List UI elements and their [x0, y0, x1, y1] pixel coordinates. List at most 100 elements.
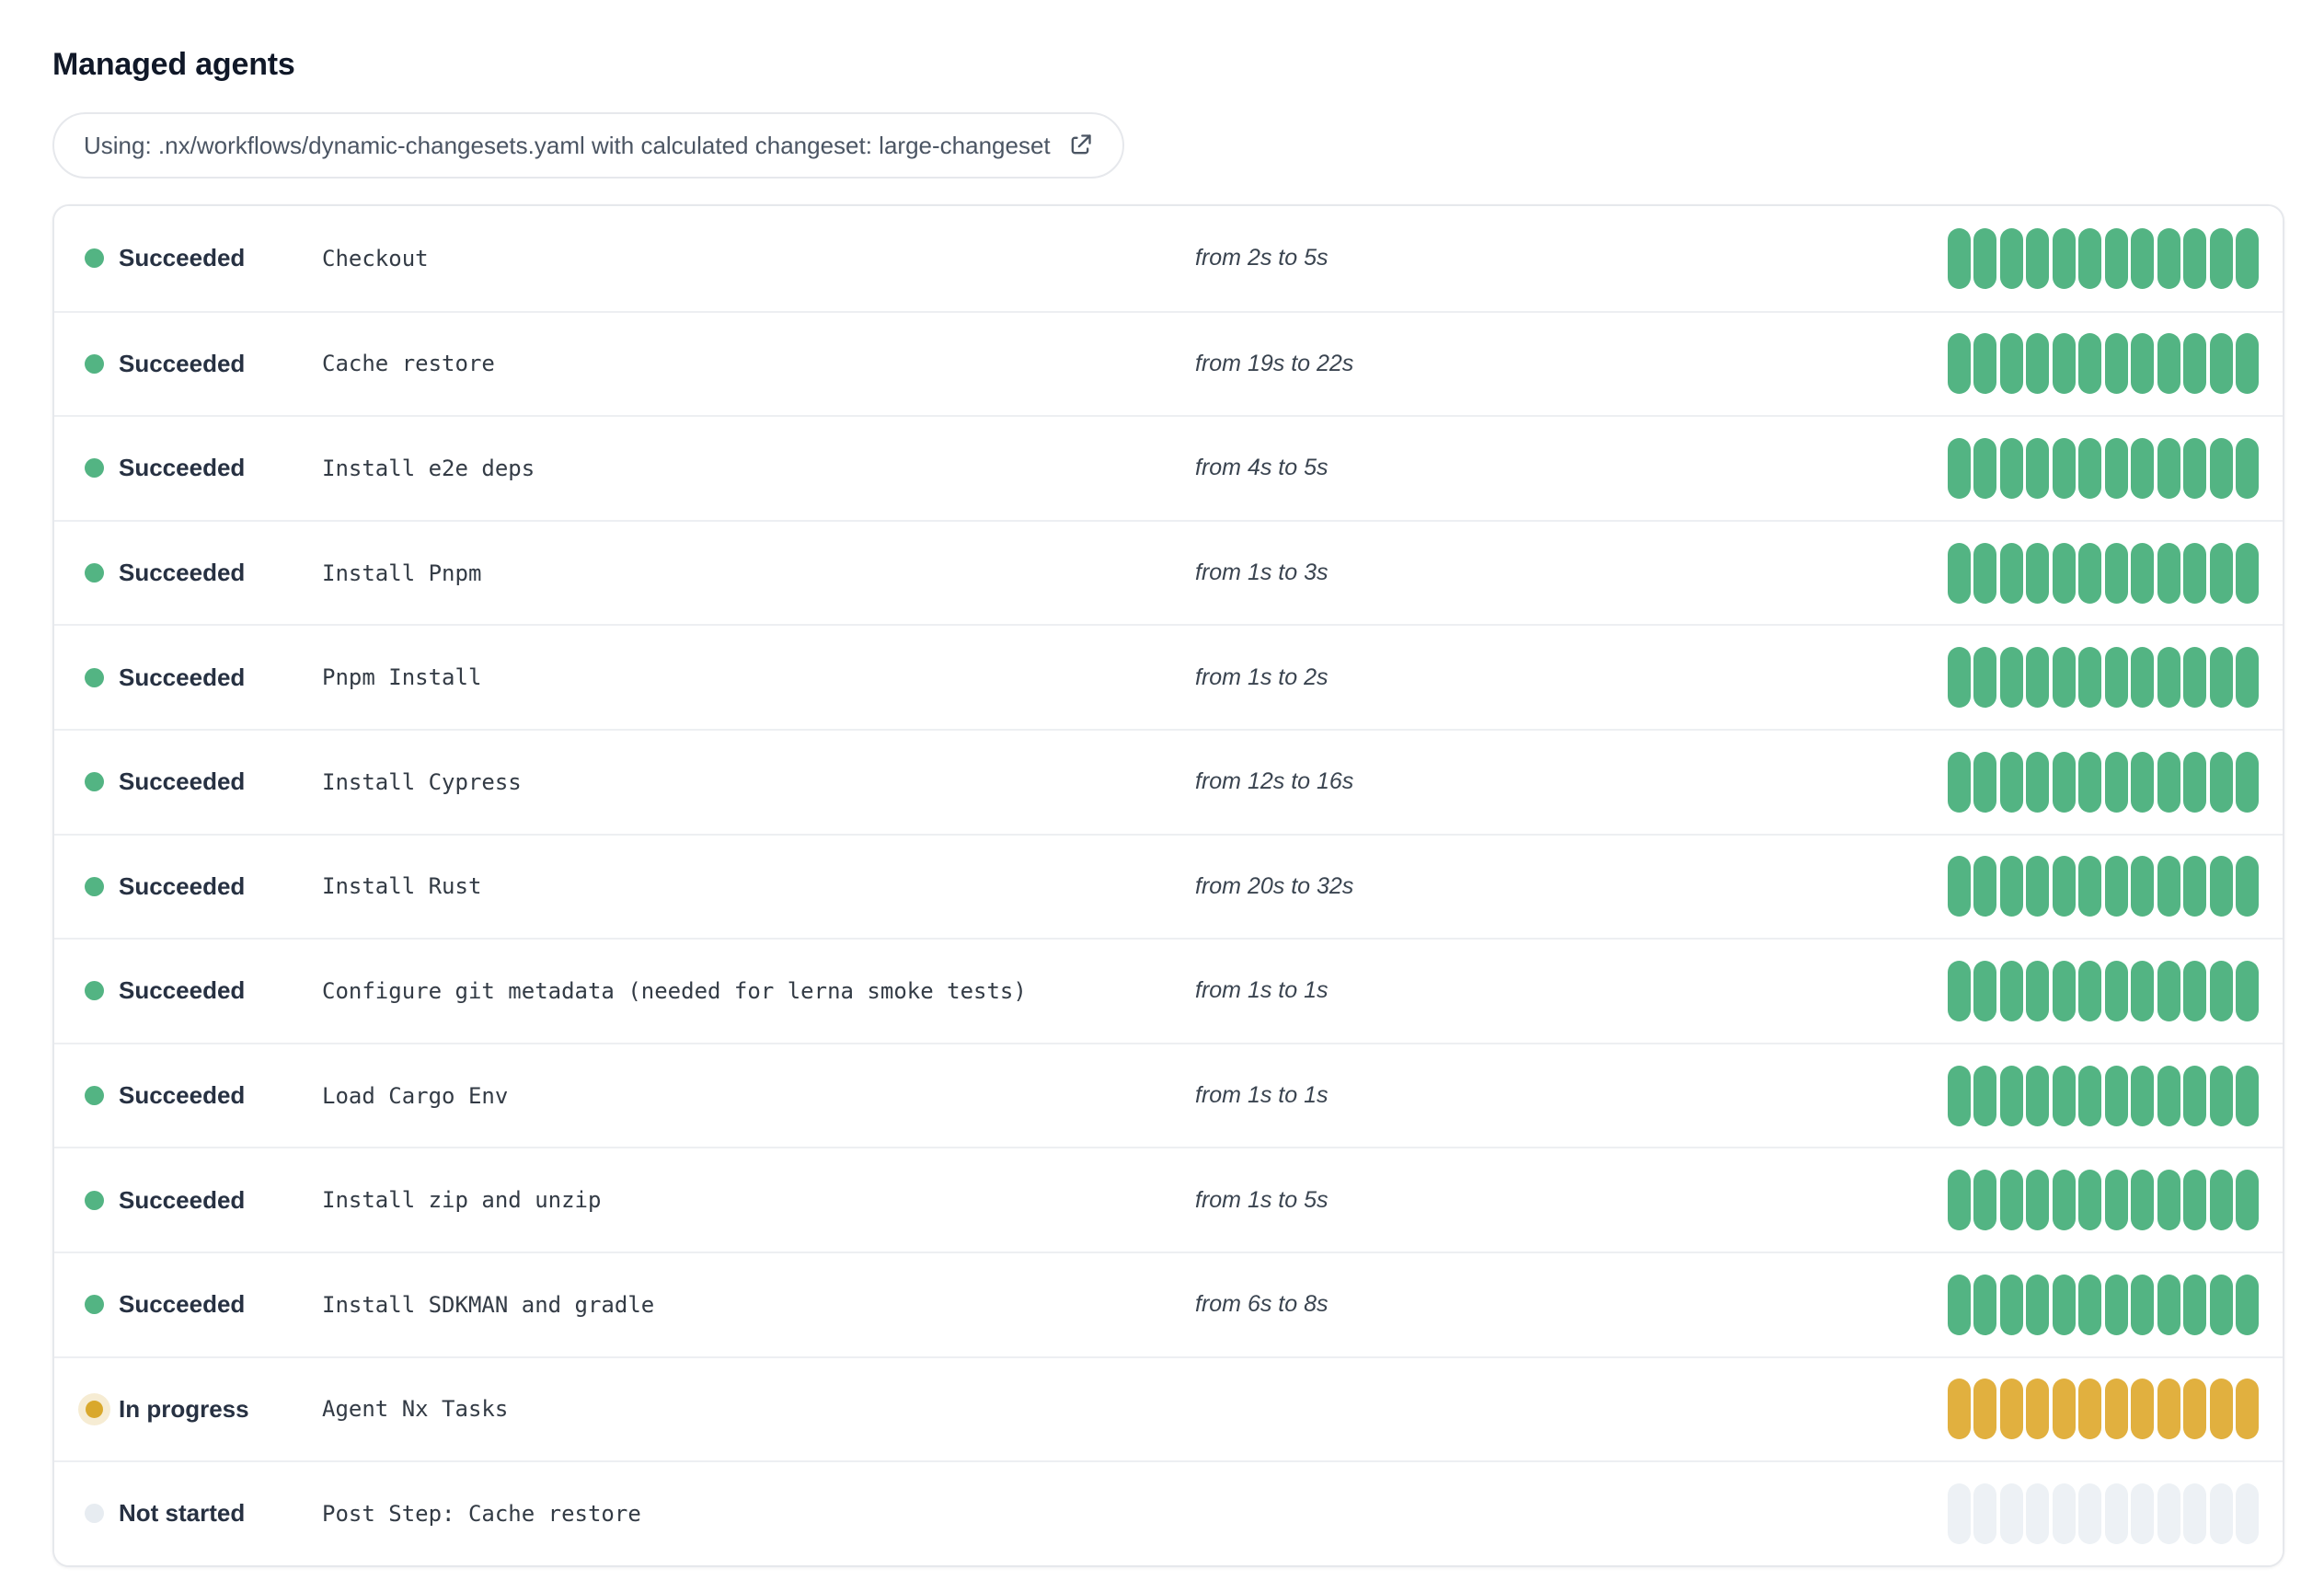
agent-pill — [1947, 1379, 1971, 1440]
agent-row[interactable]: Succeeded Install zip and unzip from 1s … — [54, 1147, 2283, 1252]
agent-row[interactable]: Succeeded Install SDKMAN and gradle from… — [54, 1251, 2283, 1356]
agent-pill — [1973, 1274, 1996, 1335]
agent-pill — [1973, 1170, 1996, 1231]
agent-pill — [2078, 751, 2101, 813]
status-label: Succeeded — [119, 349, 246, 377]
agent-pill — [1947, 437, 1971, 499]
agent-pill — [2104, 751, 2128, 813]
workflow-banner[interactable]: Using: .nx/workflows/dynamic-changesets.… — [52, 112, 1124, 179]
agent-pill — [2183, 1065, 2206, 1126]
agent-pill — [2104, 437, 2128, 499]
agent-pill — [2209, 856, 2233, 917]
agent-pills — [1947, 333, 2259, 395]
agent-pill — [2209, 227, 2233, 289]
agent-pill — [2078, 1274, 2101, 1335]
agent-pill — [1947, 1274, 1971, 1335]
agent-pill — [1973, 1379, 1996, 1440]
agent-pill — [2236, 751, 2259, 813]
page-title: Managed agents — [52, 47, 295, 82]
status-dot-icon — [85, 1190, 104, 1210]
status-label: Succeeded — [119, 767, 246, 796]
agent-pill — [2026, 1065, 2049, 1126]
agent-row[interactable]: Succeeded Install Rust from 20s to 32s — [54, 833, 2283, 939]
agent-row[interactable]: Succeeded Cache restore from 19s to 22s — [54, 310, 2283, 416]
agent-pill — [2052, 960, 2076, 1021]
agent-pill — [2157, 647, 2180, 709]
status-cell: In progress — [85, 1395, 322, 1424]
agent-row[interactable]: Succeeded Install e2e deps from 4s to 5s — [54, 415, 2283, 520]
agent-pill — [2157, 333, 2180, 395]
agent-pill — [1947, 647, 1971, 709]
agent-pill — [2052, 647, 2076, 709]
agent-pills — [1947, 542, 2259, 604]
agent-pill — [2131, 856, 2154, 917]
agent-row[interactable]: Succeeded Install Cypress from 12s to 16… — [54, 728, 2283, 834]
agent-pill — [2026, 1274, 2049, 1335]
agent-pill — [2026, 333, 2049, 395]
external-link-icon[interactable] — [1067, 133, 1093, 158]
agent-pill — [2078, 227, 2101, 289]
agent-pill — [1973, 227, 1996, 289]
agent-row[interactable]: Succeeded Configure git metadata (needed… — [54, 938, 2283, 1043]
agent-pill — [2078, 333, 2101, 395]
agent-pill — [2236, 647, 2259, 709]
agent-pill — [2183, 542, 2206, 604]
agent-pill — [1999, 647, 2023, 709]
agent-pills — [1947, 856, 2259, 917]
agent-pills — [1947, 647, 2259, 709]
agent-pill — [2131, 960, 2154, 1021]
agent-pill — [1947, 227, 1971, 289]
agent-row[interactable]: Succeeded Pnpm Install from 1s to 2s — [54, 624, 2283, 729]
agent-pill — [2078, 1482, 2101, 1544]
agent-pill — [1999, 333, 2023, 395]
agent-pill — [1973, 1482, 1996, 1544]
agent-pill — [1947, 542, 1971, 604]
agent-pill — [2026, 227, 2049, 289]
agent-pill — [2209, 1379, 2233, 1440]
status-dot-icon — [85, 1504, 104, 1524]
step-duration: from 1s to 1s — [1195, 977, 1329, 1004]
agent-pill — [1999, 960, 2023, 1021]
step-duration: from 19s to 22s — [1195, 350, 1354, 376]
status-label: In progress — [119, 1394, 249, 1423]
status-label: Succeeded — [119, 663, 246, 691]
agent-pill — [2157, 1274, 2180, 1335]
status-dot-icon — [85, 667, 104, 687]
agent-pill — [2236, 333, 2259, 395]
agent-pill — [1973, 542, 1996, 604]
agent-pill — [2104, 647, 2128, 709]
status-cell: Succeeded — [85, 350, 322, 378]
agent-pill — [2131, 542, 2154, 604]
status-dot-icon — [85, 458, 104, 479]
agent-pill — [2209, 1065, 2233, 1126]
step-name: Install SDKMAN and gradle — [322, 1291, 655, 1318]
agent-pill — [2157, 751, 2180, 813]
agent-row[interactable]: In progress Agent Nx Tasks — [54, 1356, 2283, 1461]
step-name: Install zip and unzip — [322, 1187, 602, 1214]
agent-pill — [2209, 960, 2233, 1021]
agent-pill — [2052, 1065, 2076, 1126]
agent-row[interactable]: Not started Post Step: Cache restore — [54, 1460, 2283, 1565]
agent-pill — [2209, 437, 2233, 499]
agent-pill — [2026, 542, 2049, 604]
status-label: Succeeded — [119, 871, 246, 900]
agent-pill — [2052, 1482, 2076, 1544]
step-name: Install Pnpm — [322, 560, 482, 586]
agent-pills — [1947, 1274, 2259, 1335]
step-duration: from 4s to 5s — [1195, 455, 1329, 481]
agent-row[interactable]: Succeeded Load Cargo Env from 1s to 1s — [54, 1042, 2283, 1148]
agent-row[interactable]: Succeeded Checkout from 2s to 5s — [54, 206, 2283, 311]
agent-pill — [2236, 437, 2259, 499]
agent-pill — [2183, 227, 2206, 289]
status-label: Succeeded — [119, 1290, 246, 1319]
agent-pill — [1999, 1482, 2023, 1544]
agent-pill — [2078, 647, 2101, 709]
agent-list: Succeeded Checkout from 2s to 5s Succeed… — [52, 204, 2284, 1567]
agent-row[interactable]: Succeeded Install Pnpm from 1s to 3s — [54, 519, 2283, 625]
agent-pill — [2157, 1170, 2180, 1231]
agent-pill — [1973, 856, 1996, 917]
agent-pill — [1973, 751, 1996, 813]
agent-pill — [2078, 856, 2101, 917]
agent-pill — [2131, 1379, 2154, 1440]
agent-pill — [2131, 1170, 2154, 1231]
